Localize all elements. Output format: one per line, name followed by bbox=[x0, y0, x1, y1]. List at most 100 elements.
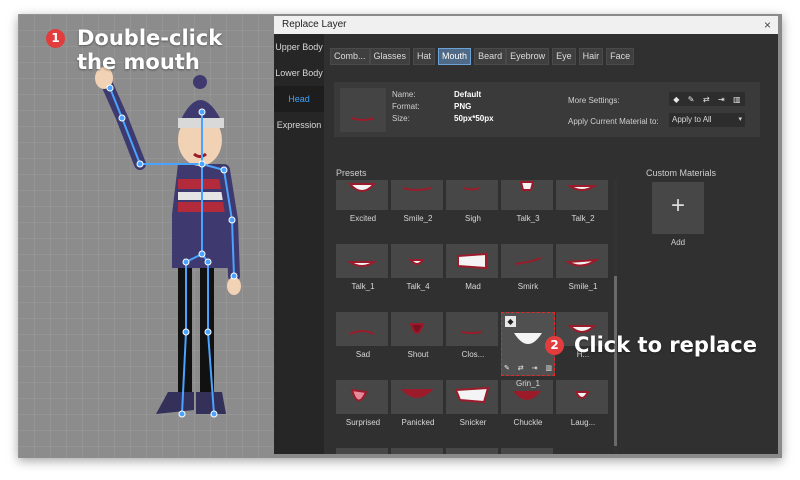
preset-label: Talk_1 bbox=[351, 282, 375, 291]
preset-item[interactable]: Talk_3 bbox=[501, 180, 555, 223]
pencil-icon[interactable]: ✎ bbox=[688, 95, 695, 104]
sidebar-item-lower-body[interactable]: Lower Body bbox=[274, 60, 324, 86]
mouth-shape-image bbox=[457, 252, 487, 270]
preset-item[interactable]: Snicker bbox=[446, 380, 500, 427]
preset-item[interactable] bbox=[391, 448, 445, 454]
preset-item[interactable]: Mad bbox=[446, 244, 500, 291]
swap-icon[interactable]: ⇄ bbox=[703, 95, 710, 104]
preset-label: Laug... bbox=[570, 418, 596, 427]
preset-thumbnail bbox=[446, 180, 498, 210]
preset-thumbnail bbox=[446, 312, 498, 346]
trash-icon[interactable]: ▥ bbox=[733, 95, 741, 104]
dialog-main: Comb... Glasses Hat Mouth Beard Eyebrow … bbox=[324, 34, 778, 454]
trash-icon[interactable]: ▥ bbox=[545, 364, 552, 372]
preset-item[interactable]: Talk_2 bbox=[556, 180, 610, 223]
add-label: Add bbox=[670, 238, 686, 247]
mouth-shape-image bbox=[501, 448, 553, 454]
preset-label: Chuckle bbox=[513, 418, 543, 427]
mouth-shape-image bbox=[454, 386, 490, 404]
preset-label: Smile_2 bbox=[403, 214, 433, 223]
preset-item[interactable]: Smile_1 bbox=[556, 244, 610, 291]
size-value: 50px*50px bbox=[454, 114, 494, 123]
tab-eyebrow[interactable]: Eyebrow bbox=[506, 48, 550, 65]
preset-item[interactable]: Talk_4 bbox=[391, 244, 445, 291]
tab-hat[interactable]: Hat bbox=[413, 48, 436, 65]
preset-thumbnail bbox=[391, 380, 443, 414]
dialog-title: Replace Layer bbox=[282, 19, 347, 30]
presets-scrollbar[interactable] bbox=[614, 180, 617, 454]
preset-thumbnail bbox=[501, 244, 553, 278]
tab-comb[interactable]: Comb... bbox=[330, 48, 370, 65]
preset-label: Talk_2 bbox=[571, 214, 595, 223]
mouth-shape-image bbox=[408, 259, 426, 265]
name-value: Default bbox=[454, 90, 482, 99]
character-canvas[interactable] bbox=[18, 14, 274, 458]
mouth-shape-image bbox=[446, 448, 498, 454]
preset-item[interactable]: Smirk bbox=[501, 244, 555, 291]
preset-item[interactable]: Panicked bbox=[391, 380, 445, 427]
preset-label-selected: Grin_1 bbox=[515, 379, 540, 388]
preset-thumbnail bbox=[391, 244, 443, 278]
callout-step-2-text: Click to replace bbox=[574, 333, 758, 357]
preset-item[interactable]: Shout bbox=[391, 312, 445, 359]
preset-thumbnail bbox=[391, 448, 443, 454]
tab-face[interactable]: Face bbox=[606, 48, 635, 65]
preset-label: Shout bbox=[407, 350, 429, 359]
mouth-shape-image bbox=[347, 183, 377, 192]
preset-label: Sad bbox=[355, 350, 371, 359]
export-icon[interactable]: ⇥ bbox=[718, 95, 725, 104]
preset-tools: ✎ ⇄ ⇥ ▥ bbox=[504, 364, 552, 372]
step-2-badge: 2 bbox=[545, 336, 564, 355]
mouth-shape-image bbox=[336, 448, 388, 454]
apply-material-select[interactable]: Apply to All ▾ bbox=[669, 113, 745, 127]
material-info-panel: Name: Default Format: PNG Size: 50px*50p… bbox=[334, 82, 760, 137]
tab-glasses[interactable]: Glasses bbox=[369, 48, 411, 65]
preset-item[interactable] bbox=[446, 448, 500, 454]
sidebar-item-upper-body[interactable]: Upper Body bbox=[274, 34, 324, 60]
mouth-shape-image bbox=[409, 323, 425, 334]
scrollbar-thumb[interactable] bbox=[614, 276, 617, 446]
preset-item[interactable]: Sigh bbox=[446, 180, 500, 223]
apply-material-label: Apply Current Material to: bbox=[568, 117, 659, 126]
preset-label: Talk_4 bbox=[406, 282, 430, 291]
preset-label: Talk_3 bbox=[516, 214, 540, 223]
preset-item[interactable] bbox=[501, 448, 555, 454]
mouth-shape-image bbox=[574, 391, 590, 399]
preset-label: Snicker bbox=[459, 418, 487, 427]
callout-step-1-line2: the mouth bbox=[77, 50, 200, 74]
preset-thumbnail bbox=[336, 312, 388, 346]
preset-label: Surprised bbox=[345, 418, 381, 427]
sidebar-item-head[interactable]: Head bbox=[274, 86, 324, 112]
tab-beard[interactable]: Beard bbox=[474, 48, 507, 65]
preset-item[interactable]: Laug... bbox=[556, 380, 610, 427]
preset-label: Smile_1 bbox=[568, 282, 598, 291]
preset-thumbnail bbox=[391, 180, 443, 210]
swap-icon[interactable]: ⇄ bbox=[518, 364, 524, 372]
custom-materials-heading: Custom Materials bbox=[646, 168, 717, 178]
callout-step-2: 2 Click to replace bbox=[545, 333, 757, 357]
preset-thumbnail bbox=[446, 380, 498, 414]
tab-eye[interactable]: Eye bbox=[552, 48, 576, 65]
pencil-icon[interactable]: ✎ bbox=[504, 364, 510, 372]
sidebar-item-expression[interactable]: Expression bbox=[274, 112, 324, 138]
current-material-thumbnail bbox=[340, 88, 386, 132]
preset-item[interactable]: Surprised bbox=[336, 380, 390, 427]
replace-layer-dialog: Replace Layer × Upper Body Lower Body He… bbox=[274, 16, 778, 454]
tab-hair[interactable]: Hair bbox=[578, 48, 604, 65]
preset-item[interactable]: Excited bbox=[336, 180, 390, 223]
preset-thumbnail bbox=[556, 244, 608, 278]
preset-item[interactable] bbox=[336, 448, 390, 454]
preset-item[interactable]: Clos... bbox=[446, 312, 500, 359]
preset-item[interactable]: Sad bbox=[336, 312, 390, 359]
preset-item[interactable]: Talk_1 bbox=[336, 244, 390, 291]
paint-bucket-icon[interactable]: ◆ bbox=[673, 95, 679, 104]
tab-mouth[interactable]: Mouth bbox=[438, 48, 472, 65]
add-custom-material-button[interactable]: + bbox=[652, 182, 704, 234]
export-icon[interactable]: ⇥ bbox=[532, 364, 538, 372]
character-figure[interactable] bbox=[18, 14, 274, 458]
preset-thumbnail bbox=[336, 380, 388, 414]
preset-item[interactable]: Smile_2 bbox=[391, 180, 445, 223]
close-icon[interactable]: × bbox=[764, 16, 771, 34]
more-settings-label: More Settings: bbox=[568, 96, 620, 105]
preset-label: Clos... bbox=[461, 350, 485, 359]
